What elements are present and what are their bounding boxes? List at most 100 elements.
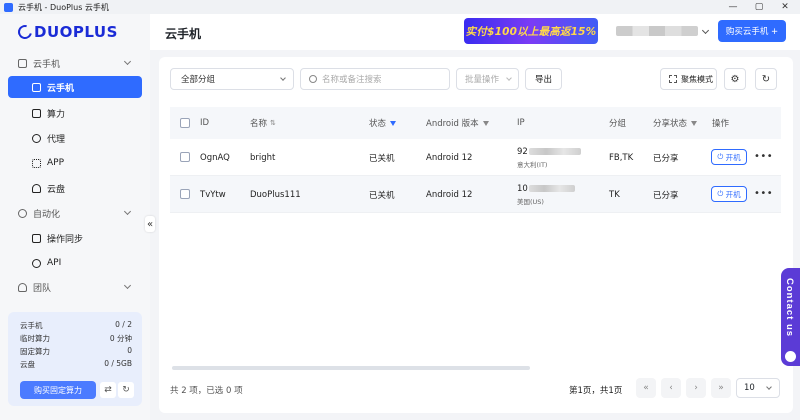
stat-row: 临时算力 0 分钟: [20, 334, 132, 343]
chevron-down-icon: [123, 207, 132, 216]
power-icon: ⏻: [717, 189, 726, 198]
buy-cloud-phone-button[interactable]: 购买云手机 +: [718, 20, 786, 42]
minimize-button[interactable]: —: [720, 0, 746, 14]
cell-name: DuoPlus111: [250, 189, 301, 200]
table-row[interactable]: TvYtw DuoPlus111 已关机 Android 12 10 美国(US…: [170, 176, 781, 213]
team-icon: [18, 282, 27, 292]
sidebar-item-proxy[interactable]: 代理: [8, 127, 142, 149]
sidebar-item-cloud-disk[interactable]: 云盘: [8, 177, 142, 199]
col-status[interactable]: 状态: [369, 107, 397, 139]
refresh-icon[interactable]: ↻: [755, 68, 777, 90]
power-on-button[interactable]: ⏻ 开机: [711, 149, 747, 165]
chevron-down-icon[interactable]: [701, 26, 710, 35]
group-select[interactable]: 全部分组: [170, 68, 294, 90]
main-panel: 全部分组 名称或备注搜索 批量操作 导出 聚焦模式 ⚙ ↻ ID 名称 ⇅ 状态 …: [159, 57, 793, 413]
row-checkbox[interactable]: [180, 189, 190, 199]
sidebar: DUOPLUS 云手机 云手机 算力 代理 APP 云盘 自动化 操作同步 AP…: [0, 14, 150, 420]
maximize-button[interactable]: ▢: [746, 0, 772, 14]
refresh-icon[interactable]: ↻: [118, 382, 134, 398]
ip-redacted: [528, 185, 575, 192]
cell-id: OgnAQ: [200, 152, 230, 163]
nav-group-automation[interactable]: 自动化: [0, 203, 150, 223]
window-title: 云手机 - DuoPlus 云手机: [18, 2, 109, 12]
chevron-down-icon: [280, 75, 286, 81]
sidebar-collapse-button[interactable]: «: [145, 216, 155, 232]
column-settings-icon[interactable]: ⚙: [724, 68, 746, 90]
chevron-down-icon: [506, 75, 512, 81]
search-icon: [309, 75, 317, 83]
resource-stats-card: 云手机 0 / 2 临时算力 0 分钟 固定算力 0 云盘 0 / 5GB 购买…: [8, 312, 142, 406]
filter-icon: [691, 120, 698, 126]
header: 云手机 实付$100以上最高返15% 购买云手机 +: [150, 14, 800, 50]
last-page-button[interactable]: »: [711, 378, 731, 398]
filter-icon: [482, 120, 489, 126]
more-actions-icon[interactable]: •••: [754, 151, 773, 162]
account-name-blurred[interactable]: [616, 26, 698, 36]
cell-id: TvYtw: [200, 189, 226, 200]
app-grid-icon: [32, 158, 41, 168]
batch-operation-select[interactable]: 批量操作: [456, 68, 519, 90]
sync-icon: [32, 233, 41, 243]
col-ops: 操作: [712, 119, 730, 129]
proxy-icon: [32, 133, 41, 143]
col-share[interactable]: 分享状态: [653, 107, 698, 139]
app-icon: [4, 2, 13, 12]
cell-status: 已关机: [369, 153, 395, 164]
page-size-select[interactable]: 10: [736, 378, 780, 398]
row-checkbox[interactable]: [180, 152, 190, 162]
exchange-icon[interactable]: ⇄: [100, 382, 116, 398]
export-button[interactable]: 导出: [525, 68, 562, 90]
contact-us-tab[interactable]: Contact us: [781, 268, 800, 366]
duoplus-logo[interactable]: DUOPLUS: [15, 22, 118, 42]
phone-group-icon: [18, 58, 27, 68]
more-actions-icon[interactable]: •••: [754, 188, 773, 199]
prev-page-button[interactable]: ‹: [661, 378, 681, 398]
stat-row: 云盘 0 / 5GB: [20, 359, 132, 369]
col-id: ID: [200, 118, 210, 128]
cell-name: bright: [250, 152, 276, 163]
page-title: 云手机: [165, 27, 202, 41]
sidebar-item-sync[interactable]: 操作同步: [8, 227, 142, 249]
buy-fixed-compute-button[interactable]: 购买固定算力: [20, 381, 96, 399]
sidebar-item-app[interactable]: APP: [8, 152, 142, 174]
search-input[interactable]: 名称或备注搜索: [300, 68, 450, 90]
horizontal-scrollbar[interactable]: [172, 366, 530, 370]
cloud-icon: [32, 183, 41, 193]
cell-ip: 92 意大利(IT): [517, 139, 581, 176]
sidebar-item-compute[interactable]: 算力: [8, 102, 142, 124]
chevron-down-icon: [123, 57, 132, 66]
chevron-down-icon: [766, 384, 772, 390]
focus-mode-button[interactable]: 聚焦模式: [660, 68, 717, 90]
sort-icon: ⇅: [270, 119, 276, 127]
filter-icon: [390, 120, 397, 126]
page-info: 第1页，共1页: [569, 386, 623, 396]
stat-row: 固定算力 0: [20, 346, 132, 356]
col-name[interactable]: 名称 ⇅: [250, 107, 276, 139]
nav-group-cloud-phone[interactable]: 云手机: [0, 53, 150, 73]
cell-share: 已分享: [653, 190, 679, 201]
select-all-checkbox[interactable]: [180, 118, 190, 128]
focus-icon: [669, 75, 677, 83]
col-group: 分组: [609, 119, 627, 129]
cell-android: Android 12: [426, 152, 473, 163]
close-button[interactable]: ✕: [772, 0, 798, 14]
power-on-button[interactable]: ⏻ 开机: [711, 186, 747, 202]
table-row[interactable]: OgnAQ bright 已关机 Android 12 92 意大利(IT) F…: [170, 139, 781, 176]
next-page-button[interactable]: ›: [686, 378, 706, 398]
col-android[interactable]: Android 版本: [426, 107, 489, 139]
chat-icon: [785, 351, 796, 362]
sidebar-item-cloud-phone[interactable]: 云手机: [8, 76, 142, 98]
selection-summary: 共 2 项，已选 0 项: [170, 386, 243, 396]
cell-status: 已关机: [369, 190, 395, 201]
chevron-down-icon: [123, 281, 132, 290]
cell-group: TK: [609, 189, 620, 200]
window-titlebar: 云手机 - DuoPlus 云手机 — ▢ ✕: [0, 0, 800, 14]
nav-group-team[interactable]: 团队: [0, 277, 150, 297]
ip-redacted: [528, 148, 581, 155]
first-page-button[interactable]: «: [636, 378, 656, 398]
promo-banner[interactable]: 实付$100以上最高返15%: [464, 18, 598, 44]
sidebar-item-api[interactable]: API: [8, 252, 142, 274]
logo-mark-icon: [15, 22, 35, 42]
col-ip: IP: [517, 118, 525, 128]
monitor-icon: [32, 108, 41, 118]
